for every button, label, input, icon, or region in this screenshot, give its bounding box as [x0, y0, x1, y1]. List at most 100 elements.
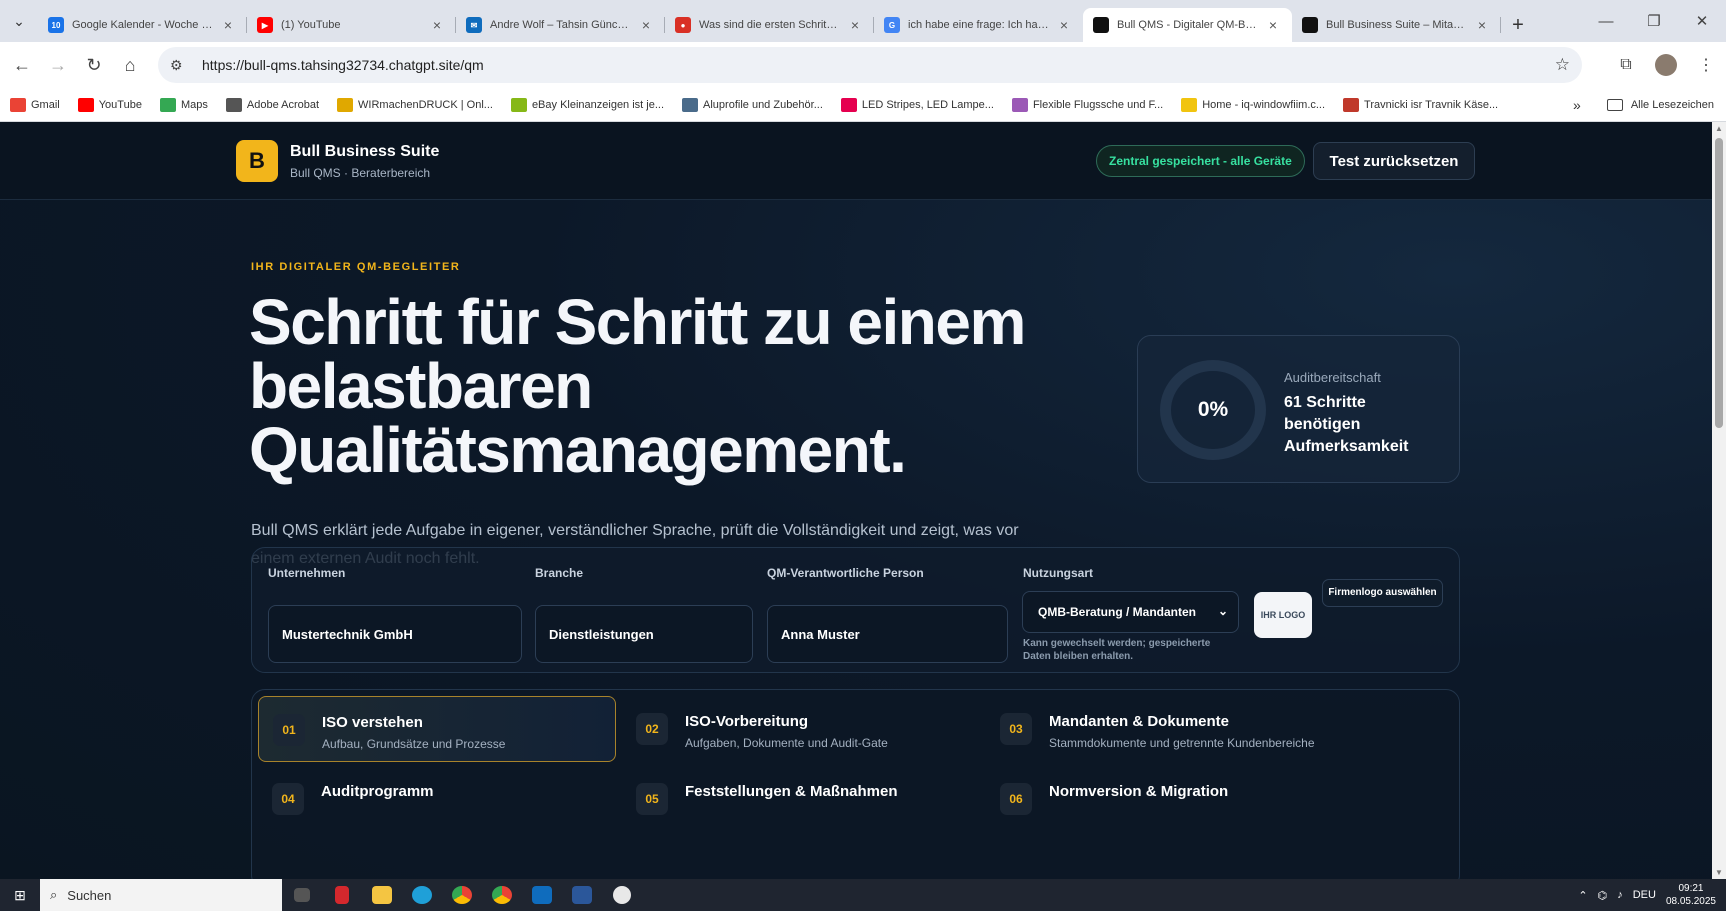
step-tile[interactable]: 05 Feststellungen & Maßnahmen	[622, 766, 972, 832]
bookmark-item[interactable]: Maps	[159, 97, 208, 112]
site-info-icon[interactable]: ⚙	[170, 57, 196, 74]
edge-icon[interactable]	[402, 879, 442, 911]
bookmark-label: eBay Kleinanzeigen ist je...	[531, 98, 665, 111]
new-tab-button[interactable]: +	[1501, 8, 1535, 42]
readiness-value: 61 Schritte benötigen Aufmerksamkeit	[1284, 394, 1409, 455]
page-viewport: B Bull Business Suite Bull QMS · Berater…	[0, 122, 1712, 879]
volume-icon[interactable]: ♪	[1617, 889, 1623, 901]
tab-title: ich habe eine frage: Ich habe e	[908, 19, 1049, 31]
scroll-up-icon[interactable]: ▲	[1715, 124, 1723, 133]
bookmark-item[interactable]: WIRmachenDRUCK | Onl...	[337, 97, 493, 112]
close-tab-icon[interactable]: ×	[219, 17, 237, 33]
minimize-icon[interactable]: —	[1582, 0, 1630, 42]
address-toolbar: ← → ↻ ⌂ ⚙ https://bull-qms.tahsing32734.…	[0, 42, 1726, 88]
globe-icon	[682, 97, 699, 112]
back-icon[interactable]: ←	[4, 47, 40, 83]
chrome-profile-icon[interactable]	[482, 879, 522, 911]
browser-tab[interactable]: ▶ (1) YouTube ×	[247, 8, 456, 42]
close-window-icon[interactable]: ✕	[1678, 0, 1726, 42]
browser-tab[interactable]: Gich habe eine frage: Ich habe e ×	[874, 8, 1083, 42]
bookmark-item[interactable]: Gmail	[10, 97, 60, 112]
calendar-icon: 10	[48, 17, 64, 33]
url-bar[interactable]: ⚙ https://bull-qms.tahsing32734.chatgpt.…	[158, 47, 1582, 83]
scroll-down-icon[interactable]: ▼	[1715, 868, 1723, 877]
close-tab-icon[interactable]: ×	[428, 17, 446, 33]
bookmark-item[interactable]: Travnicki isr Travnik Käse...	[1343, 97, 1499, 112]
bookmark-item[interactable]: Adobe Acrobat	[225, 97, 320, 112]
forward-icon[interactable]: →	[40, 47, 76, 83]
app-logo[interactable]: B	[236, 140, 278, 182]
browser-tab[interactable]: 10 Google Kalender - Woche vom ×	[38, 8, 247, 42]
step-title: ISO-Vorbereitung	[685, 713, 809, 730]
file-explorer-icon[interactable]	[362, 879, 402, 911]
step-tile[interactable]: 06 Normversion & Migration	[986, 766, 1336, 832]
chrome-icon[interactable]	[442, 879, 482, 911]
acrobat-taskbar-icon[interactable]	[322, 879, 362, 911]
scrollbar-thumb[interactable]	[1715, 138, 1723, 428]
task-view-icon[interactable]	[282, 879, 322, 911]
qm-person-input[interactable]: Anna Muster	[767, 605, 1008, 663]
browser-tab[interactable]: ✉ Andre Wolf – Tahsin Günce – C ×	[456, 8, 665, 42]
browser-tab[interactable]: ● Was sind die ersten Schritte be ×	[665, 8, 874, 42]
step-tile[interactable]: 04 Auditprogramm	[258, 766, 616, 832]
step-title: Mandanten & Dokumente	[1049, 713, 1230, 730]
network-icon[interactable]: ⌬	[1598, 889, 1608, 902]
plane-icon	[1011, 97, 1028, 112]
browser-tab[interactable]: Bull QMS - Digitaler QM-Begle ×	[1083, 8, 1292, 42]
bookmark-label: Adobe Acrobat	[246, 98, 320, 111]
restore-icon[interactable]: ❐	[1630, 0, 1678, 42]
close-tab-icon[interactable]: ×	[1473, 17, 1491, 33]
url-text[interactable]: https://bull-qms.tahsing32734.chatgpt.si…	[202, 57, 484, 73]
reload-icon[interactable]: ↻	[76, 47, 112, 83]
bookmark-item[interactable]: LED Stripes, LED Lampe...	[840, 97, 994, 112]
close-tab-icon[interactable]: ×	[1055, 17, 1073, 33]
word-icon[interactable]	[562, 879, 602, 911]
step-number: 06	[1000, 783, 1032, 815]
clock-date: 08.05.2025	[1665, 896, 1716, 907]
step-tile[interactable]: 03 Mandanten & Dokumente Stammdokumente un…	[986, 696, 1336, 762]
clock[interactable]: 09:21 08.05.2025	[1666, 882, 1716, 908]
step-description: Aufgaben, Dokumente und Audit-Gate	[685, 736, 888, 750]
bookmark-item[interactable]: YouTube	[77, 97, 142, 112]
tab-search-chevron-icon[interactable]: ⌄	[0, 0, 38, 42]
home-icon[interactable]: ⌂	[112, 47, 148, 83]
more-bookmarks-icon[interactable]: »	[1573, 97, 1581, 113]
outlook-icon[interactable]	[522, 879, 562, 911]
page-scrollbar[interactable]: ▲ ▼	[1712, 122, 1726, 879]
close-tab-icon[interactable]: ×	[637, 17, 655, 33]
tab-title: Andre Wolf – Tahsin Günce – C	[490, 19, 631, 31]
step-tile[interactable]: 01 ISO verstehen Aufbau, Grundsätze und Pr…	[258, 696, 616, 762]
browser-menu-icon[interactable]: ⋮	[1686, 55, 1726, 75]
chatgpt-icon[interactable]	[602, 879, 642, 911]
folder-icon	[1606, 99, 1623, 111]
tray-overflow-icon[interactable]: ⌃	[1578, 889, 1587, 902]
reset-test-button[interactable]: Test zurücksetzen	[1313, 142, 1475, 180]
sync-status-badge: Zentral gespeichert - alle Geräte	[1096, 145, 1305, 177]
site-icon	[1093, 17, 1109, 33]
tab-title: Google Kalender - Woche vom	[72, 19, 213, 31]
bookmark-star-icon[interactable]: ☆	[1555, 55, 1570, 75]
bookmark-label: Aluprofile und Zubehör...	[703, 98, 823, 111]
company-input[interactable]: Mustertechnik GmbH	[268, 605, 522, 663]
windows-start-icon[interactable]: ⊞	[0, 879, 40, 911]
choose-logo-button[interactable]: Firmenlogo auswählen	[1322, 579, 1443, 607]
industry-input[interactable]: Dienstleistungen	[535, 605, 753, 663]
bookmark-item[interactable]: Aluprofile und Zubehör...	[682, 97, 823, 112]
audit-readiness-card: 0% Auditbereitschaft 61 Schritte benötig…	[1137, 335, 1460, 483]
extensions-icon[interactable]: ⧉	[1606, 56, 1646, 74]
bookmark-item[interactable]: Flexible Flugssche und F...	[1011, 97, 1163, 112]
all-bookmarks-link[interactable]: Alle Lesezeichen	[1631, 99, 1714, 111]
profile-avatar[interactable]	[1646, 54, 1686, 76]
bookmark-item[interactable]: eBay Kleinanzeigen ist je...	[510, 97, 665, 112]
outlook-icon: ✉	[466, 17, 482, 33]
language-indicator[interactable]: DEU	[1633, 889, 1656, 901]
bookmark-label: Travnicki isr Travnik Käse...	[1364, 98, 1499, 111]
step-tile[interactable]: 02 ISO-Vorbereitung Aufgaben, Dokumente un…	[622, 696, 972, 762]
step-number: 01	[273, 714, 305, 746]
browser-tab[interactable]: Bull Business Suite – Mitarbeit ×	[1292, 8, 1501, 42]
usage-select[interactable]: QMB-Beratung / Mandanten ⌄	[1022, 591, 1239, 633]
taskbar-search[interactable]: ⌕ Suchen	[40, 879, 282, 911]
bookmark-item[interactable]: Home - iq-windowfiim.c...	[1181, 97, 1325, 112]
close-tab-icon[interactable]: ×	[1264, 17, 1282, 33]
close-tab-icon[interactable]: ×	[846, 17, 864, 33]
